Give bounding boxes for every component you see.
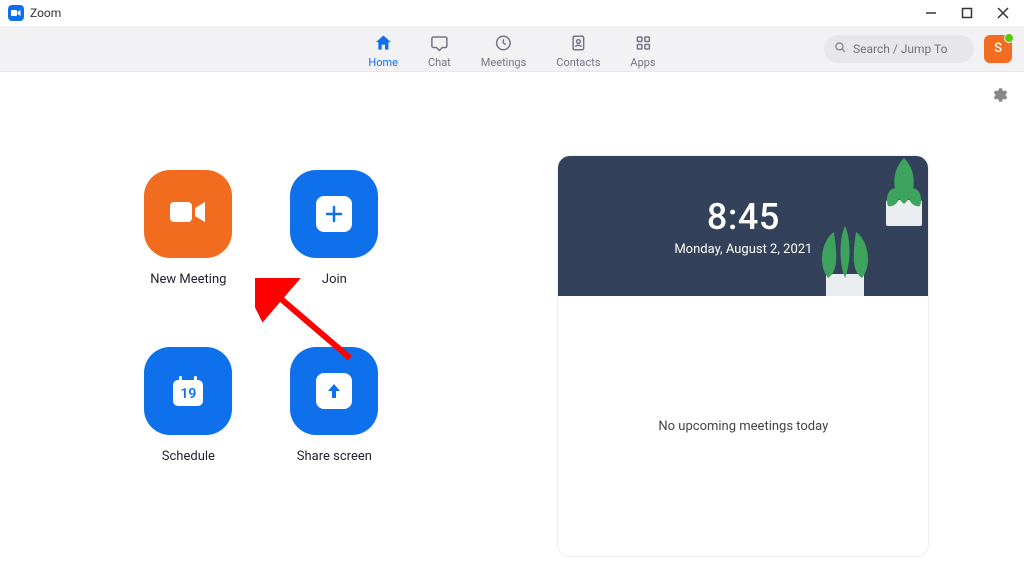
clock-icon — [493, 32, 515, 54]
navbar: Home Chat Meetings Contacts Apps S — [0, 26, 1024, 72]
chat-icon — [428, 32, 450, 54]
action-label: Join — [322, 272, 347, 287]
search-box[interactable] — [824, 35, 974, 63]
avatar[interactable]: S — [984, 35, 1012, 63]
calendar-day: 19 — [169, 386, 207, 402]
tab-apps[interactable]: Apps — [630, 28, 655, 69]
search-icon — [834, 39, 847, 58]
join-button[interactable] — [290, 170, 378, 258]
tab-chat[interactable]: Chat — [428, 28, 451, 69]
calendar-card: 8:45 Monday, August 2, 2021 No upcoming … — [558, 156, 928, 556]
home-icon — [372, 32, 394, 54]
tab-meetings[interactable]: Meetings — [481, 28, 526, 69]
contacts-icon — [567, 32, 589, 54]
action-grid: New Meeting Join 19 Schedule — [144, 170, 378, 464]
action-label: Share screen — [297, 449, 372, 464]
card-header: 8:45 Monday, August 2, 2021 — [558, 156, 928, 296]
action-label: New Meeting — [150, 272, 226, 287]
settings-button[interactable] — [990, 86, 1008, 108]
join-action[interactable]: Join — [290, 170, 378, 287]
plant-decoration-icon — [818, 226, 872, 296]
video-icon — [167, 196, 209, 232]
schedule-button[interactable]: 19 — [144, 347, 232, 435]
apps-icon — [632, 32, 654, 54]
info-panel: 8:45 Monday, August 2, 2021 No upcoming … — [493, 112, 994, 580]
calendar-icon: 19 — [169, 372, 207, 410]
main-content: New Meeting Join 19 Schedule — [0, 72, 1024, 580]
zoom-logo-icon — [8, 5, 24, 21]
action-label: Schedule — [162, 449, 215, 464]
schedule-action[interactable]: 19 Schedule — [144, 347, 232, 464]
new-meeting-button[interactable] — [144, 170, 232, 258]
clock-date: Monday, August 2, 2021 — [674, 242, 812, 257]
tab-label: Apps — [630, 56, 655, 69]
empty-text: No upcoming meetings today — [658, 419, 828, 434]
search-input[interactable] — [853, 42, 964, 56]
close-button[interactable] — [996, 6, 1010, 20]
maximize-button[interactable] — [960, 6, 974, 20]
actions-panel: New Meeting Join 19 Schedule — [30, 112, 493, 580]
plant-decoration-icon — [882, 156, 926, 226]
plus-icon — [316, 196, 352, 232]
titlebar: Zoom — [0, 0, 1024, 26]
arrow-up-icon — [316, 373, 352, 409]
meetings-empty-state: No upcoming meetings today — [558, 296, 928, 556]
tab-label: Contacts — [556, 56, 600, 69]
window-controls — [924, 6, 1016, 20]
window-title: Zoom — [30, 6, 924, 20]
new-meeting-action[interactable]: New Meeting — [144, 170, 232, 287]
clock-time: 8:45 — [707, 196, 780, 238]
tab-label: Meetings — [481, 56, 526, 69]
share-screen-action[interactable]: Share screen — [290, 347, 378, 464]
tab-label: Chat — [428, 56, 451, 69]
nav-tabs: Home Chat Meetings Contacts Apps — [368, 28, 655, 69]
tab-home[interactable]: Home — [368, 28, 398, 69]
minimize-button[interactable] — [924, 6, 938, 20]
tab-label: Home — [368, 56, 398, 69]
share-screen-button[interactable] — [290, 347, 378, 435]
tab-contacts[interactable]: Contacts — [556, 28, 600, 69]
